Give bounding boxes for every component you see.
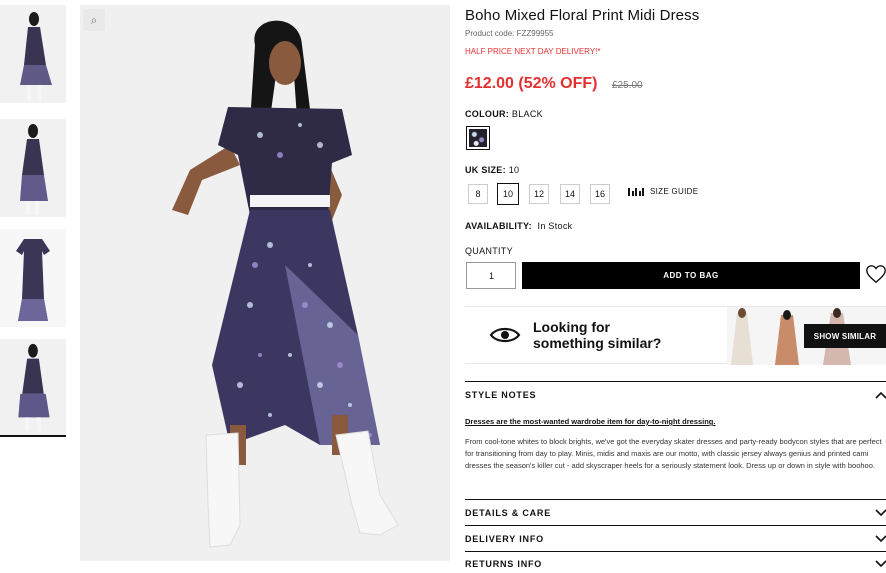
original-price: £25.00 (612, 80, 643, 91)
size-option-12[interactable]: 12 (529, 184, 549, 204)
main-product-image[interactable] (80, 5, 450, 561)
returns-info-header[interactable]: RETURNS INFO (465, 559, 542, 569)
chevron-down-icon[interactable] (875, 535, 886, 543)
heart-icon[interactable] (865, 263, 886, 285)
similar-line-1: Looking for (533, 319, 610, 335)
size-value: 10 (508, 165, 520, 175)
colour-swatch-black[interactable] (466, 126, 490, 150)
colour-value: BLACK (511, 109, 543, 119)
eye-icon (489, 327, 521, 343)
colour-label: COLOUR: BLACK (465, 109, 543, 119)
style-notes-body: From cool-tone whites to block brights, … (465, 437, 882, 470)
add-to-bag-button[interactable]: ADD TO BAG (522, 262, 860, 289)
size-option-8[interactable]: 8 (468, 184, 488, 204)
thumbnail-3[interactable] (0, 229, 66, 327)
size-option-16[interactable]: 16 (590, 184, 610, 204)
chevron-down-icon[interactable] (875, 509, 886, 517)
quantity-label: QUANTITY (465, 246, 513, 256)
divider (465, 381, 886, 382)
similar-text: Looking for something similar? (533, 319, 661, 351)
similar-line-2: something similar? (533, 335, 662, 351)
details-care-header[interactable]: DETAILS & CARE (465, 508, 551, 518)
colour-label-text: COLOUR: (465, 109, 510, 119)
style-notes-link[interactable]: Dresses are the most-wanted wardrobe ite… (465, 417, 715, 426)
thumbnail-1[interactable] (0, 5, 66, 103)
style-notes-header[interactable]: STYLE NOTES (465, 390, 536, 400)
divider (465, 525, 886, 526)
quantity-input[interactable]: 1 (466, 262, 516, 289)
size-guide-link[interactable]: SIZE GUIDE (628, 186, 698, 196)
chevron-down-icon[interactable] (875, 560, 886, 568)
availability-label: AVAILABILITY: (465, 221, 532, 231)
divider (465, 499, 886, 500)
size-guide-label: SIZE GUIDE (650, 186, 699, 196)
product-title: Boho Mixed Floral Print Midi Dress (465, 7, 700, 24)
size-option-14[interactable]: 14 (560, 184, 580, 204)
delivery-info-header[interactable]: DELIVERY INFO (465, 534, 544, 544)
sale-price: £12.00 (52% OFF) (465, 75, 598, 92)
promo-text[interactable]: HALF PRICE NEXT DAY DELIVERY!* (465, 47, 600, 56)
thumbnail-4[interactable] (0, 339, 66, 437)
availability-value: In Stock (537, 221, 573, 231)
thumbnail-2[interactable] (0, 119, 66, 217)
product-code: Product code: FZZ99955 (465, 29, 554, 38)
zoom-icon[interactable]: ⌕ (83, 9, 105, 31)
availability-row: AVAILABILITY: In Stock (465, 221, 572, 231)
size-option-10[interactable]: 10 (497, 183, 519, 205)
size-label-text: UK SIZE: (465, 165, 506, 175)
show-similar-button[interactable]: SHOW SIMILAR (804, 324, 886, 348)
chevron-up-icon[interactable] (875, 391, 886, 399)
ruler-icon (628, 186, 644, 196)
product-details-panel: Boho Mixed Floral Print Midi Dress Produ… (465, 0, 886, 573)
divider (465, 551, 886, 552)
size-label: UK SIZE: 10 (465, 165, 519, 175)
